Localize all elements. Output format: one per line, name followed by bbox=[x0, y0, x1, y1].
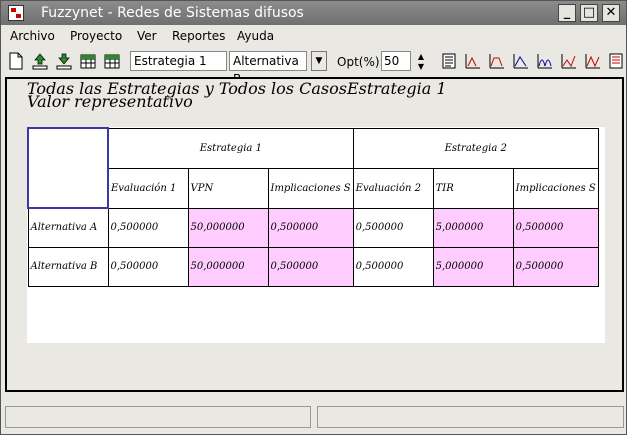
menu-bar: Archivo Proyecto Ver Reportes Ayuda bbox=[1, 26, 626, 46]
app-icon[interactable] bbox=[8, 5, 24, 21]
chart-icon[interactable] bbox=[536, 52, 554, 70]
opt-spinner[interactable]: 50 bbox=[381, 51, 411, 71]
minimize-icon: _ bbox=[563, 5, 571, 20]
table-row: Alternativa B 0,500000 50,000000 0,50000… bbox=[27, 246, 599, 287]
group-header: Estrategia 1 bbox=[107, 127, 354, 169]
menu-archivo[interactable]: Archivo bbox=[10, 29, 55, 43]
column-header: Evaluación 1 bbox=[107, 167, 189, 209]
main-window: Fuzzynet - Redes de Sistemas difusos _ □… bbox=[0, 0, 627, 435]
column-header: Implicaciones S bbox=[267, 167, 354, 209]
spin-up-icon[interactable]: ▲ bbox=[415, 52, 427, 62]
column-header: TIR bbox=[432, 167, 514, 209]
report-panel: Todas las Estrategias y Todos los CasosE… bbox=[5, 77, 624, 392]
table-edit-icon[interactable] bbox=[103, 52, 121, 70]
maximize-icon: □ bbox=[582, 5, 596, 20]
table-cell[interactable]: 0,500000 bbox=[107, 207, 189, 248]
table-cell[interactable]: 5,000000 bbox=[432, 207, 514, 248]
chevron-down-icon: ▼ bbox=[315, 56, 323, 66]
close-icon: ✕ bbox=[605, 5, 617, 20]
menu-ver[interactable]: Ver bbox=[137, 29, 157, 43]
close-button[interactable]: ✕ bbox=[602, 4, 620, 22]
menu-proyecto[interactable]: Proyecto bbox=[70, 29, 122, 43]
table-cell[interactable]: 50,000000 bbox=[187, 246, 269, 287]
menu-ayuda[interactable]: Ayuda bbox=[237, 29, 274, 43]
table-row: Alternativa A 0,500000 50,000000 0,50000… bbox=[27, 207, 599, 248]
report-subheading: Valor representativo bbox=[27, 92, 193, 111]
estrategia-select[interactable]: Estrategia 1 bbox=[130, 51, 227, 71]
column-header: Implicaciones S bbox=[512, 167, 599, 209]
table-icon[interactable] bbox=[79, 52, 97, 70]
chart-icon[interactable] bbox=[584, 52, 602, 70]
chart-icon[interactable] bbox=[512, 52, 530, 70]
table-cell[interactable]: 0,500000 bbox=[107, 246, 189, 287]
download-icon[interactable] bbox=[55, 52, 73, 70]
chart-icon[interactable] bbox=[560, 52, 578, 70]
report-icon[interactable] bbox=[440, 52, 458, 70]
results-table: Estrategia 1 Estrategia 2 Evaluación 1 V… bbox=[27, 127, 599, 287]
chart-icon[interactable] bbox=[464, 52, 482, 70]
status-bar-left bbox=[5, 406, 311, 428]
alternativa-select[interactable]: Alternativa B bbox=[229, 51, 307, 86]
table-cell[interactable]: 5,000000 bbox=[432, 246, 514, 287]
column-header: VPN bbox=[187, 167, 269, 209]
results-table-container: Estrategia 1 Estrategia 2 Evaluación 1 V… bbox=[27, 127, 605, 343]
table-cell[interactable]: 0,500000 bbox=[512, 246, 599, 287]
chart-icon[interactable] bbox=[488, 52, 506, 70]
toolbar: Estrategia 1 Alternativa B ▼ Opt(%): 50 … bbox=[1, 47, 626, 86]
menu-reportes[interactable]: Reportes bbox=[172, 29, 225, 43]
table-cell[interactable]: 0,500000 bbox=[512, 207, 599, 248]
group-header: Estrategia 2 bbox=[352, 127, 599, 169]
minimize-button[interactable]: _ bbox=[558, 4, 576, 22]
table-cell[interactable]: 0,500000 bbox=[267, 207, 354, 248]
row-header: Alternativa B bbox=[27, 246, 109, 287]
maximize-button[interactable]: □ bbox=[580, 4, 598, 22]
row-header: Alternativa A bbox=[27, 207, 109, 248]
new-file-icon[interactable] bbox=[7, 52, 25, 70]
title-bar[interactable]: Fuzzynet - Redes de Sistemas difusos _ □… bbox=[1, 1, 626, 25]
report-icon[interactable] bbox=[607, 52, 625, 70]
window-title: Fuzzynet - Redes de Sistemas difusos bbox=[41, 5, 304, 21]
upload-icon[interactable] bbox=[31, 52, 49, 70]
spin-down-icon[interactable]: ▼ bbox=[415, 62, 427, 72]
table-cell[interactable]: 50,000000 bbox=[187, 207, 269, 248]
corner-cell[interactable] bbox=[27, 127, 109, 209]
table-cell[interactable]: 0,500000 bbox=[267, 246, 354, 287]
status-bar-right bbox=[317, 406, 624, 428]
alternativa-dropdown-button[interactable]: ▼ bbox=[311, 51, 327, 71]
table-cell[interactable]: 0,500000 bbox=[352, 207, 434, 248]
table-cell[interactable]: 0,500000 bbox=[352, 246, 434, 287]
opt-label: Opt(%): bbox=[337, 55, 384, 69]
column-header: Evaluación 2 bbox=[352, 167, 434, 209]
